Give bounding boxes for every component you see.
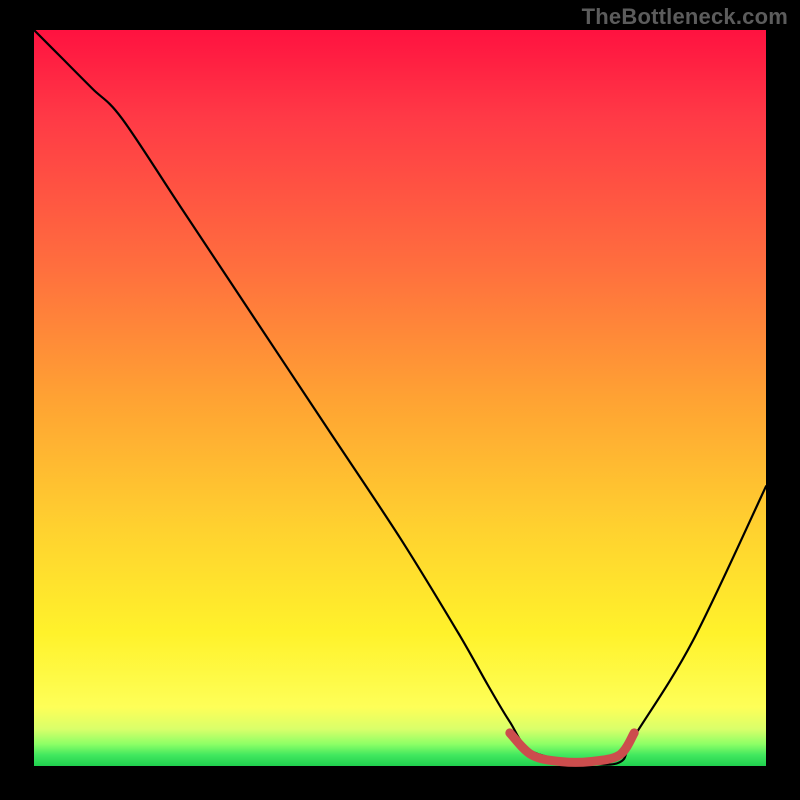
- curve-layer: [34, 30, 766, 766]
- chart-stage: TheBottleneck.com: [0, 0, 800, 800]
- bottleneck-curve: [34, 30, 766, 765]
- watermark-text: TheBottleneck.com: [582, 4, 788, 30]
- optimal-flat-segment: [510, 733, 634, 763]
- plot-area: [34, 30, 766, 766]
